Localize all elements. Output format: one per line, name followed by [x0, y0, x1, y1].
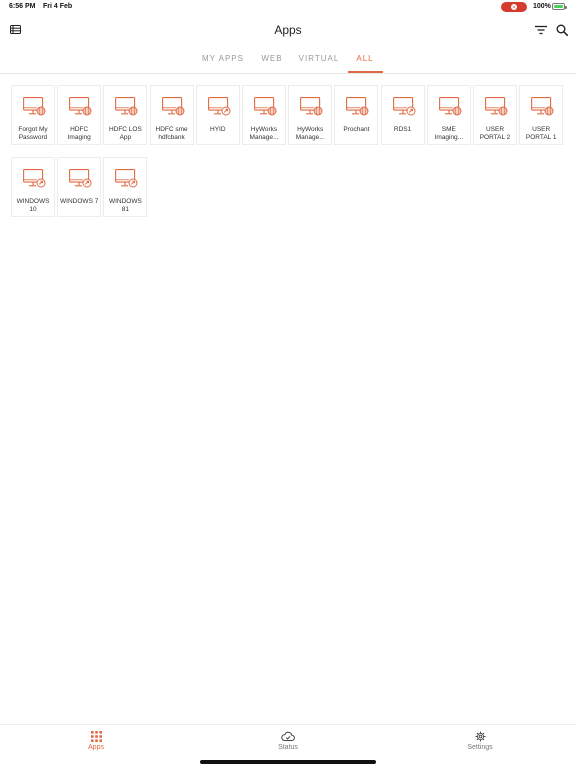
app-tile[interactable]: HYID: [195, 85, 240, 145]
web-app-icon: [485, 97, 508, 116]
app-tile[interactable]: Prochant: [334, 85, 379, 145]
app-tile-label: Prochant: [343, 126, 370, 133]
app-tile-label: WINDOWS 7: [60, 198, 99, 205]
app-tile[interactable]: HDFC Imaging: [57, 85, 102, 145]
bottom-tab-status[interactable]: Status: [248, 725, 328, 761]
virtual-app-icon: [207, 97, 231, 116]
app-tile[interactable]: USER PORTAL 2: [473, 85, 517, 145]
bottom-tab-settings[interactable]: Settings: [440, 725, 520, 761]
status-date: Fri 4 Feb: [43, 3, 73, 10]
web-app-icon: [531, 97, 554, 116]
app-tile[interactable]: USER PORTAL 1: [519, 85, 564, 145]
status-bar: 6:56 PM Fri 4 Feb 100%: [0, 0, 576, 14]
app-tile-label: HDFC Imaging: [67, 126, 91, 141]
web-app-icon: [161, 97, 185, 116]
page-title: Apps: [274, 23, 302, 37]
tab-virtual[interactable]: VIRTUAL: [297, 54, 341, 63]
bottom-tab-settings-label: Settings: [467, 744, 493, 751]
gear-icon: [475, 731, 486, 742]
app-tile-label: USER PORTAL 2: [479, 126, 511, 141]
app-tile-label: USER PORTAL 1: [525, 126, 557, 141]
record-icon: [511, 4, 517, 10]
app-tile[interactable]: HDFC LOS App: [103, 85, 148, 145]
web-app-icon: [346, 97, 369, 116]
app-tile[interactable]: HDFC sme hdfcbank: [149, 85, 194, 145]
tab-my-apps[interactable]: MY APPS: [200, 54, 246, 63]
app-tile-label: HDFC LOS App: [108, 126, 142, 141]
app-tile-label: SME Imaging...: [434, 126, 464, 141]
tab-all[interactable]: ALL: [354, 54, 376, 63]
app-tile-label: Forgot My Password: [18, 126, 48, 141]
bottom-tab-apps[interactable]: Apps: [56, 725, 136, 761]
app-tile[interactable]: HyWorks Manage...: [288, 85, 333, 145]
bottom-tab-apps-label: Apps: [88, 744, 104, 751]
app-tile-label: WINDOWS 81: [108, 198, 142, 213]
battery-icon: [552, 3, 567, 10]
web-app-icon: [115, 97, 138, 116]
app-tile[interactable]: WINDOWS 10: [11, 157, 55, 217]
screen-recording-indicator[interactable]: [501, 2, 527, 12]
web-app-icon: [438, 97, 462, 116]
app-tile[interactable]: Forgot My Password: [11, 85, 55, 145]
virtual-app-icon: [392, 97, 416, 116]
cloud-check-icon: [281, 731, 295, 741]
app-tile-label: HyWorks Manage...: [249, 126, 279, 141]
web-app-icon: [23, 97, 46, 116]
app-tile-label: WINDOWS 10: [16, 198, 50, 213]
app-filter-tabs: MY APPS WEB VIRTUAL ALL: [0, 48, 576, 74]
app-tile-label: HyWorks Manage...: [295, 126, 325, 141]
search-icon[interactable]: [556, 24, 568, 36]
virtual-app-icon: [115, 169, 138, 188]
app-tile[interactable]: RDS1: [380, 85, 425, 145]
nav-bar: Apps: [0, 14, 576, 46]
tab-web[interactable]: WEB: [259, 54, 285, 63]
app-tile[interactable]: SME Imaging...: [426, 85, 471, 145]
web-app-icon: [254, 97, 277, 116]
virtual-app-icon: [23, 169, 46, 188]
app-tile[interactable]: WINDOWS 7: [57, 157, 102, 217]
app-tile-label: HDFC sme hdfcbank: [155, 126, 188, 141]
home-indicator[interactable]: [200, 760, 376, 764]
bottom-tab-status-label: Status: [278, 744, 298, 751]
virtual-app-icon: [69, 169, 92, 188]
app-tile-label: RDS1: [393, 126, 412, 133]
status-time: 6:56 PM: [9, 3, 36, 10]
battery-percent: 100%: [533, 3, 551, 10]
active-tab-indicator: [348, 71, 383, 73]
grid-icon: [91, 731, 102, 742]
filter-icon[interactable]: [535, 25, 547, 35]
app-tile[interactable]: WINDOWS 81: [103, 157, 148, 217]
app-tile[interactable]: HyWorks Manage...: [242, 85, 286, 145]
app-tile-label: HYID: [210, 126, 226, 133]
web-app-icon: [300, 97, 323, 116]
web-app-icon: [69, 97, 92, 116]
